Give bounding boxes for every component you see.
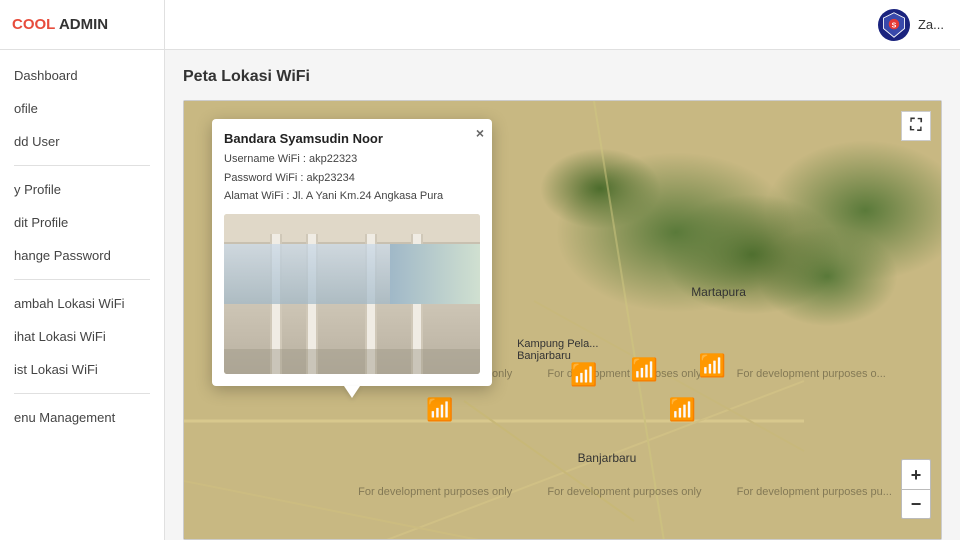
logo-admin: ADMIN xyxy=(55,16,108,33)
zoom-in-button[interactable]: + xyxy=(901,459,931,489)
sidebar-item-edit-profile[interactable]: dit Profile xyxy=(0,207,164,238)
popup-username-label: Username WiFi : xyxy=(224,153,306,165)
map-label-martapura: Martapura xyxy=(691,285,746,299)
wifi-marker-5[interactable]: 📶 xyxy=(668,399,695,421)
wifi-marker-1[interactable]: 📶 xyxy=(426,399,453,421)
airport-interior xyxy=(224,214,480,374)
popup-info: Username WiFi : akp22323 Password WiFi :… xyxy=(224,150,480,206)
popup-close-button[interactable]: × xyxy=(476,125,484,141)
map-label-banjarbaru: Banjarbaru xyxy=(578,451,637,465)
wifi-marker-4[interactable]: 📶 xyxy=(699,355,726,377)
sidebar-item-change-password[interactable]: hange Password xyxy=(0,240,164,271)
wifi-icon-4: 📶 xyxy=(699,355,726,377)
wifi-marker-2[interactable]: 📶 xyxy=(570,364,597,386)
popup-title: Bandara Syamsudin Noor xyxy=(224,131,480,146)
map-label-kampung: Kampung Pela...Banjarbaru xyxy=(517,338,598,362)
popup-address-label: Alamat WiFi : xyxy=(224,190,289,202)
sidebar-item-lihat-lokasi[interactable]: ihat Lokasi WiFi xyxy=(0,321,164,352)
sidebar-header: COOL ADMIN xyxy=(0,0,164,50)
map-container[interactable]: For development purposes only For develo… xyxy=(183,100,942,540)
app-logo: COOL ADMIN xyxy=(12,16,108,33)
sidebar-item-profile-short[interactable]: ofile xyxy=(0,93,164,124)
school-crest-icon: S xyxy=(880,11,908,39)
airport-ceiling xyxy=(224,214,480,244)
map-popup: × Bandara Syamsudin Noor Username WiFi :… xyxy=(212,119,492,386)
map-watermark-5: For development purposes only xyxy=(547,486,701,498)
popup-address-value: Jl. A Yani Km.24 Angkasa Pura xyxy=(292,190,443,202)
main-content: S Za... Peta Lokasi WiFi xyxy=(165,0,960,540)
wifi-icon-2: 📶 xyxy=(570,364,597,386)
zoom-out-button[interactable]: − xyxy=(901,489,931,519)
popup-username-value: akp22323 xyxy=(309,153,357,165)
page-title: Peta Lokasi WiFi xyxy=(183,68,942,86)
sidebar-item-add-user[interactable]: dd User xyxy=(0,126,164,157)
wifi-marker-3[interactable]: 📶 xyxy=(631,359,658,381)
map-watermark-4: For development purposes only xyxy=(358,486,512,498)
sidebar-menu: Dashboard ofile dd User y Profile dit Pr… xyxy=(0,50,164,443)
sidebar-item-my-profile[interactable]: y Profile xyxy=(0,174,164,205)
topbar-user: S Za... xyxy=(878,9,944,41)
wifi-icon-1: 📶 xyxy=(426,399,453,421)
sidebar-divider-1 xyxy=(14,165,150,166)
topbar: S Za... xyxy=(165,0,960,50)
logo-cool: COOL xyxy=(12,16,55,33)
map-zoom-controls: + − xyxy=(901,459,931,519)
popup-tail xyxy=(344,386,360,398)
popup-password-label: Password WiFi : xyxy=(224,172,303,184)
airport-floor xyxy=(224,349,480,374)
map-watermark-3: For development purposes o... xyxy=(737,368,886,380)
sidebar-item-tambah-lokasi[interactable]: ambah Lokasi WiFi xyxy=(0,288,164,319)
fullscreen-icon[interactable]: ⛶ xyxy=(901,111,931,141)
svg-text:S: S xyxy=(892,22,897,29)
sidebar-item-menu-management[interactable]: enu Management xyxy=(0,402,164,433)
popup-image xyxy=(224,214,480,374)
sidebar-item-list-lokasi[interactable]: ist Lokasi WiFi xyxy=(0,354,164,385)
page-content: Peta Lokasi WiFi For development purpose… xyxy=(165,50,960,540)
sidebar: COOL ADMIN Dashboard ofile dd User y Pro… xyxy=(0,0,165,540)
avatar: S xyxy=(878,9,910,41)
sidebar-divider-2 xyxy=(14,279,150,280)
topbar-username: Za... xyxy=(918,17,944,32)
wifi-icon-5: 📶 xyxy=(668,399,695,421)
map-watermark-6: For development purposes pu... xyxy=(737,486,892,498)
popup-password-value: akp23234 xyxy=(307,172,355,184)
sidebar-item-dashboard[interactable]: Dashboard xyxy=(0,60,164,91)
airport-outside xyxy=(390,244,480,304)
map-fullscreen-button[interactable]: ⛶ xyxy=(901,111,931,141)
wifi-icon-3: 📶 xyxy=(631,359,658,381)
sidebar-divider-3 xyxy=(14,393,150,394)
